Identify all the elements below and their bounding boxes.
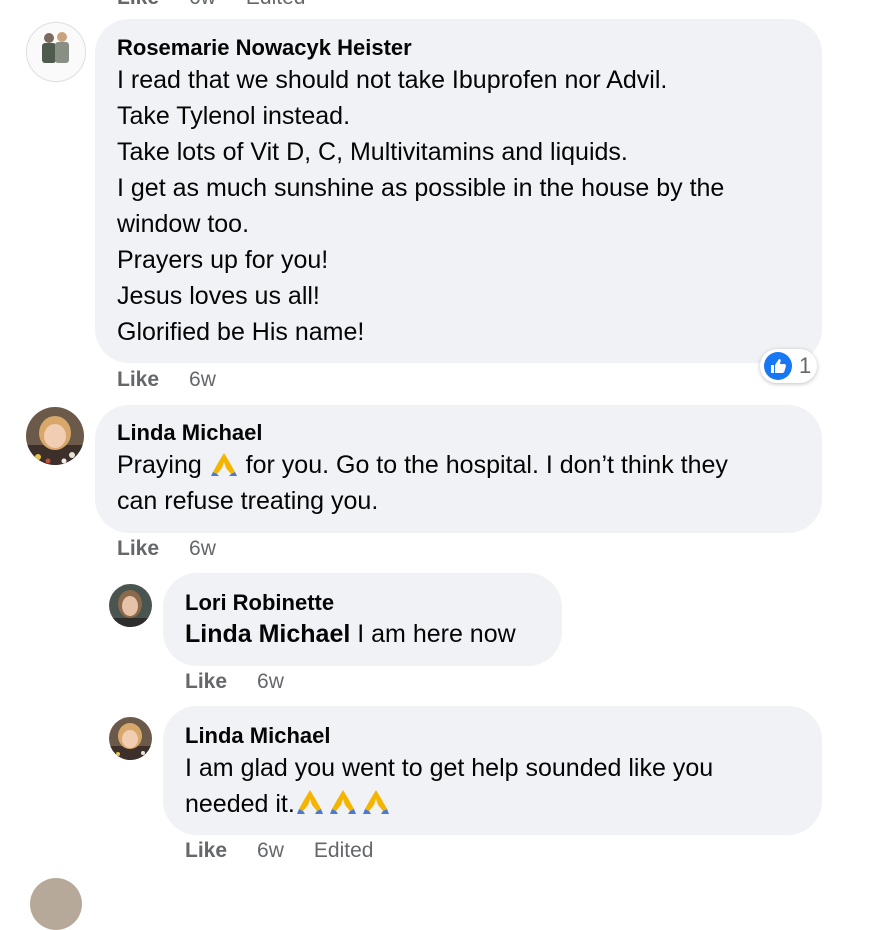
comment-line: window too. xyxy=(117,210,250,238)
reply-author[interactable]: Lori Robinette xyxy=(185,590,334,616)
reaction-count: 1 xyxy=(799,353,812,378)
avatar[interactable] xyxy=(30,878,82,930)
reply-text: I am glad you went to get help sounded l… xyxy=(185,750,713,822)
like-button[interactable]: Like xyxy=(117,0,159,9)
avatar[interactable] xyxy=(109,584,152,627)
comment-text-part: for you. Go to the hospital. I don’t thi… xyxy=(245,451,728,479)
reply-text-part: needed it. xyxy=(185,790,295,818)
comment-text: I read that we should not take Ibuprofen… xyxy=(117,62,724,350)
mention-link[interactable]: Linda Michael xyxy=(185,620,350,648)
praying-hands-icon xyxy=(210,453,237,476)
edited-label: Edited xyxy=(246,0,306,9)
avatar[interactable] xyxy=(26,22,86,82)
like-button[interactable]: Like xyxy=(185,670,227,693)
like-button[interactable]: Like xyxy=(185,839,227,862)
avatar[interactable] xyxy=(26,407,84,465)
comment-line: Praying for you. Go to the hospital. I d… xyxy=(117,447,728,483)
comment-actions: Like 6w xyxy=(117,368,246,392)
thumbs-up-icon xyxy=(764,352,792,380)
reply-line: needed it. xyxy=(185,786,713,822)
timestamp[interactable]: 6w xyxy=(189,0,216,9)
avatar-image xyxy=(27,23,85,81)
timestamp[interactable]: 6w xyxy=(189,537,216,560)
avatar-image xyxy=(26,407,84,465)
comment-line: Take lots of Vit D, C, Multivitamins and… xyxy=(117,138,628,166)
timestamp[interactable]: 6w xyxy=(257,839,284,862)
reply-line: Linda Michael I am here now xyxy=(185,616,516,652)
comment-line: Glorified be His name! xyxy=(117,318,365,346)
reply-text: Linda Michael I am here now xyxy=(185,616,516,652)
praying-hands-icon xyxy=(296,790,389,814)
like-button[interactable]: Like xyxy=(117,537,159,560)
comment-line: Take Tylenol instead. xyxy=(117,102,351,130)
comment-author[interactable]: Linda Michael xyxy=(117,420,262,446)
timestamp[interactable]: 6w xyxy=(257,670,284,693)
edited-label: Edited xyxy=(313,839,374,862)
reply-actions: Like 6w xyxy=(185,670,314,694)
timestamp[interactable]: 6w xyxy=(189,368,216,391)
comment-text-part: Praying xyxy=(117,451,202,479)
comment-line: Jesus loves us all! xyxy=(117,282,320,310)
reaction-summary[interactable]: 1 xyxy=(760,349,818,383)
like-button[interactable]: Like xyxy=(117,368,159,391)
reply-text-part: I am here now xyxy=(350,620,516,648)
comment-line: Prayers up for you! xyxy=(117,246,329,274)
avatar-image xyxy=(109,717,152,760)
comment-line: I get as much sunshine as possible in th… xyxy=(117,174,725,202)
reply-author[interactable]: Linda Michael xyxy=(185,723,330,749)
previous-comment-actions: Like 6w Edited xyxy=(117,0,305,10)
comment-author[interactable]: Rosemarie Nowacyk Heister xyxy=(117,35,412,61)
avatar[interactable] xyxy=(109,717,152,760)
comment-actions: Like 6w xyxy=(117,537,246,561)
reply-line: I am glad you went to get help sounded l… xyxy=(185,754,714,782)
reply-actions: Like 6w Edited xyxy=(185,839,373,863)
comment-text: Praying for you. Go to the hospital. I d… xyxy=(117,447,728,519)
comment-line: can refuse treating you. xyxy=(117,487,379,515)
comment-line: I read that we should not take Ibuprofen… xyxy=(117,66,668,94)
avatar-image xyxy=(109,584,152,627)
